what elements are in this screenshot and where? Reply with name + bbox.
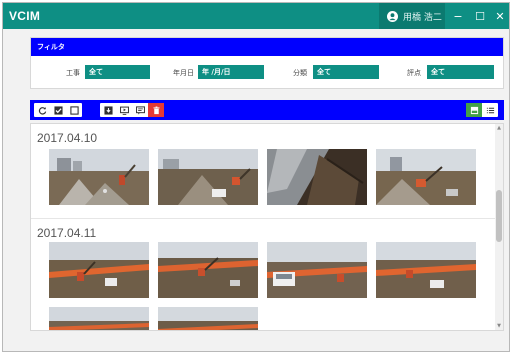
check-all-icon [53,105,63,115]
photo-thumbnail[interactable] [49,242,149,298]
maximize-button[interactable]: ☐ [469,3,491,29]
deselect-button[interactable] [66,103,82,117]
scroll-thumb[interactable] [496,190,502,242]
slideshow-button[interactable] [116,103,132,117]
photo-thumbnail[interactable] [376,242,476,298]
photo-thumbnail[interactable] [158,242,258,298]
view-mode-toggle [466,103,498,117]
photo-actions [100,103,164,117]
filter-category-select[interactable]: 全て [313,65,379,79]
filter-title: フィルタ [31,38,503,56]
photo-toolbar [30,100,504,120]
selection-tools [34,103,82,117]
filter-label-construction: 工事 [66,69,80,77]
date-heading: 2017.04.11 [37,226,97,240]
user-name: 用橋 浩二 [403,12,442,23]
download-button[interactable] [100,103,116,117]
photo-thumbnail[interactable] [158,307,258,330]
filter-rating-select[interactable]: 全て [427,65,494,79]
photo-thumbnail[interactable] [49,149,149,205]
minimize-button[interactable]: − [447,3,469,29]
grid-view-button[interactable] [466,103,482,117]
app-window: VCIM 用橋 浩二 − ☐ ✕ フィルタ 工事 全て 年月日 年 /月/日 分… [2,2,510,352]
filter-label-category: 分類 [293,69,307,77]
delete-button[interactable] [148,103,164,117]
filter-date-input[interactable]: 年 /月/日 [198,65,264,79]
list-view-button[interactable] [482,103,498,117]
filter-label-date: 年月日 [173,69,194,77]
slideshow-icon [119,106,129,115]
delete-icon [152,106,160,114]
photo-thumbnail[interactable] [158,149,258,205]
user-icon [387,10,398,22]
photo-thumbnail[interactable] [376,149,476,205]
photo-gallery: 2017.04.10 2017.04.11 ▲ ▼ [30,123,504,331]
refresh-icon [38,106,46,115]
title-bar: VCIM 用橋 浩二 − ☐ ✕ [3,3,509,29]
gallery-scrollbar[interactable]: ▲ ▼ [495,124,503,330]
list-view-icon [486,107,494,113]
select-all-button[interactable] [50,103,66,117]
scroll-down-arrow[interactable]: ▼ [495,322,503,330]
grid-view-icon [470,106,478,114]
uncheck-icon [69,105,79,115]
close-button[interactable]: ✕ [489,3,511,29]
photo-thumbnail[interactable] [49,307,149,330]
filter-construction-select[interactable]: 全て [85,65,150,79]
comment-button[interactable] [132,103,148,117]
user-menu[interactable]: 用橋 浩二 [379,3,445,29]
app-title: VCIM [9,9,41,23]
refresh-button[interactable] [34,103,50,117]
download-icon [103,105,113,115]
filter-panel: フィルタ 工事 全て 年月日 年 /月/日 分類 全て 評点 全て [30,37,504,89]
group-divider [31,218,497,219]
filter-label-rating: 評点 [407,69,421,77]
photo-thumbnail[interactable] [267,149,367,205]
date-heading: 2017.04.10 [37,131,98,145]
comment-icon [135,105,145,114]
scroll-up-arrow[interactable]: ▲ [495,124,503,132]
photo-thumbnail[interactable] [267,242,367,298]
